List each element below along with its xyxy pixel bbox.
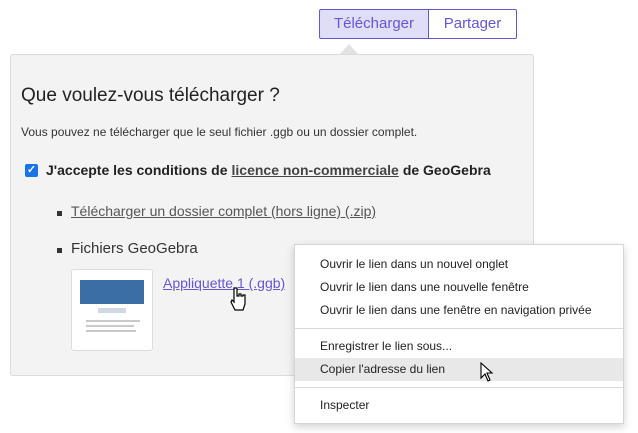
popover-caret <box>340 44 358 54</box>
applet-thumbnail[interactable] <box>71 269 153 351</box>
thumbnail-line <box>86 325 134 327</box>
thumbnail-line <box>86 330 136 332</box>
hand-pointer-icon <box>228 286 248 317</box>
menu-item-inspect[interactable]: Inspecter <box>295 394 623 417</box>
applet-file-link[interactable]: Appliquette 1 (.ggb) <box>163 275 285 291</box>
menu-item-open-new-window[interactable]: Ouvrir le lien dans une nouvelle fenêtre <box>295 276 623 299</box>
menu-separator <box>295 387 623 388</box>
menu-item-save-link-as[interactable]: Enregistrer le lien sous... <box>295 335 623 358</box>
menu-item-copy-link-address[interactable]: Copier l'adresse du lien <box>295 358 623 381</box>
license-link[interactable]: licence non-commerciale <box>232 162 399 178</box>
thumbnail-header <box>80 280 144 304</box>
accept-prefix: J'accepte les conditions de <box>46 162 228 178</box>
accept-suffix: de GeoGebra <box>402 162 491 178</box>
bullet-icon <box>57 211 62 216</box>
menu-separator <box>295 328 623 329</box>
bullet-icon <box>57 248 62 253</box>
tab-share[interactable]: Partager <box>429 9 517 39</box>
panel-description: Vous pouvez ne télécharger que le seul f… <box>21 125 418 139</box>
files-label: Fichiers GeoGebra <box>71 240 198 257</box>
accept-license-row: ✓ J'accepte les conditions de licence no… <box>25 162 491 178</box>
context-menu: Ouvrir le lien dans un nouvel onglet Ouv… <box>294 244 624 424</box>
download-folder-link[interactable]: Télécharger un dossier complet (hors lig… <box>71 203 376 219</box>
menu-item-open-incognito[interactable]: Ouvrir le lien dans une fenêtre en navig… <box>295 299 623 322</box>
tab-bar: Télécharger Partager <box>319 9 517 39</box>
accept-checkbox[interactable]: ✓ <box>25 163 38 177</box>
thumbnail-button <box>98 308 126 313</box>
menu-item-open-new-tab[interactable]: Ouvrir le lien dans un nouvel onglet <box>295 253 623 276</box>
tab-download[interactable]: Télécharger <box>319 9 429 39</box>
thumbnail-line <box>86 320 140 322</box>
arrow-cursor-icon <box>480 361 494 387</box>
panel-title: Que voulez-vous télécharger ? <box>21 85 280 106</box>
